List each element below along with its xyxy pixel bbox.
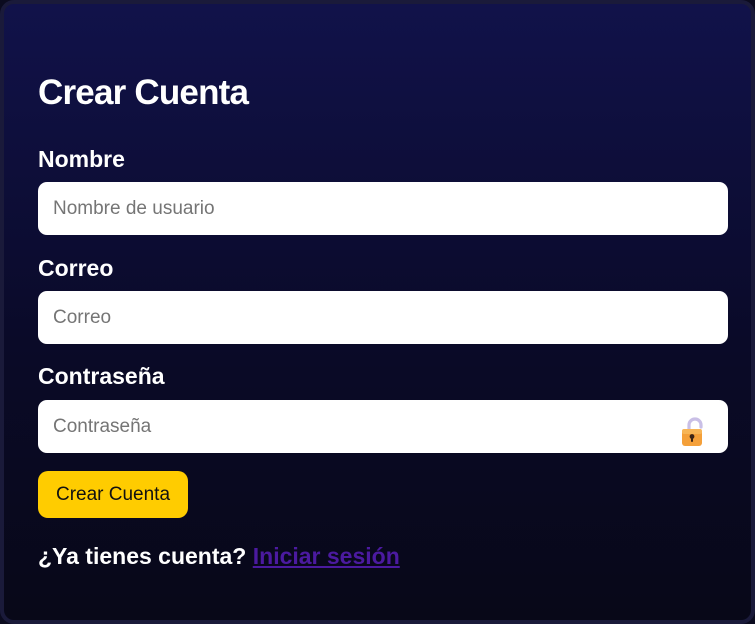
nombre-label: Nombre bbox=[38, 146, 125, 172]
correo-label: Correo bbox=[38, 255, 114, 281]
lock-icon bbox=[682, 417, 703, 446]
register-card: Crear Cuenta Nombre Correo Contraseña Cr… bbox=[0, 0, 755, 624]
password-input[interactable] bbox=[38, 400, 728, 453]
nombre-field-container bbox=[38, 182, 728, 235]
form-title: Crear Cuenta bbox=[38, 73, 249, 112]
correo-input[interactable] bbox=[38, 291, 728, 344]
password-label: Contraseña bbox=[38, 363, 165, 389]
correo-field-container bbox=[38, 291, 728, 344]
login-link[interactable]: Iniciar sesión bbox=[253, 543, 400, 569]
create-account-button[interactable]: Crear Cuenta bbox=[38, 471, 188, 518]
password-field-container bbox=[38, 400, 728, 453]
login-prompt-text: ¿Ya tienes cuenta? bbox=[38, 543, 247, 569]
nombre-input[interactable] bbox=[38, 182, 728, 235]
login-prompt: ¿Ya tienes cuenta? Iniciar sesión bbox=[38, 542, 400, 570]
